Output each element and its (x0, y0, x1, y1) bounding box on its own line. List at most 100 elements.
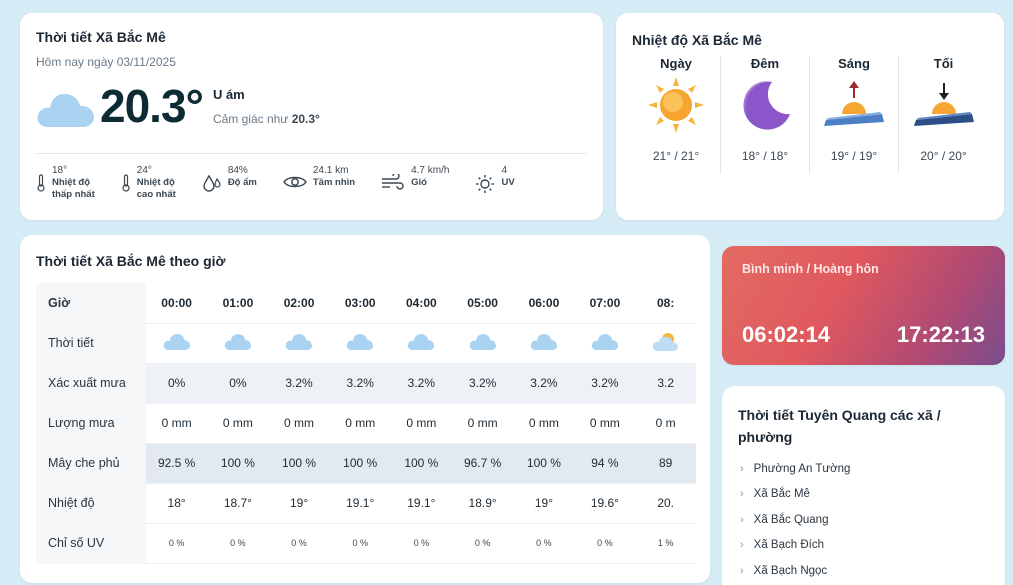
period-day: Ngày 21° / 21° (632, 56, 722, 174)
commune-link[interactable]: › Phường An Tường (738, 456, 989, 482)
hourly-cell-time: 00:00 (145, 283, 208, 324)
hourly-cell-uv: 0 % (329, 523, 391, 564)
current-date: Hôm nay ngày 03/11/2025 (36, 55, 176, 69)
hourly-cell-rain-amount: 0 mm (145, 403, 208, 444)
hourly-cell-temp: 19.1° (329, 483, 391, 524)
hourly-cell-rain-amount: 0 mm (390, 403, 452, 444)
current-weather-title: Thời tiết Xã Bắc Mê (36, 29, 166, 45)
cloud-icon (207, 323, 269, 364)
hourly-table: Giờ 00:00 01:00 02:00 03:00 04:00 05:00 06:00 07… (36, 283, 696, 564)
hourly-cell-uv: 0 % (145, 523, 208, 564)
sunrise-time: 06:02:14 (742, 322, 831, 347)
feels-like-label: Cảm giác như (212, 112, 289, 126)
thermometer-icon (122, 174, 130, 192)
day-temperatures-card: Nhiệt độ Xã Bắc Mê Ngày 21° / 21° Đêm 18… (616, 13, 1004, 220)
row-label: Nhiệt độ (36, 483, 146, 524)
cloud-icon (574, 323, 636, 364)
hourly-cell-temp: 19° (268, 483, 330, 524)
period-range: 19° / 19° (830, 149, 878, 163)
stat-label: Độ ẩm (227, 177, 257, 188)
hourly-cell-uv: 0 % (207, 523, 269, 564)
hourly-cell-cloud: 89 (635, 443, 696, 484)
current-condition: U ám (212, 87, 245, 102)
cloud-icon (145, 323, 208, 364)
hourly-cell-uv: 0 % (574, 523, 636, 564)
chevron-right-icon: › (740, 564, 744, 577)
stat-wind: 4.7 km/h Gió (381, 164, 449, 201)
hourly-cell-cloud: 96.7 % (451, 443, 514, 484)
hourly-cell-rain-chance: 3.2% (451, 363, 514, 404)
divider (36, 153, 587, 154)
period-label: Sáng (838, 56, 870, 71)
row-label: Lượng mưa (36, 403, 146, 444)
hourly-cell-time: 08: (635, 283, 696, 324)
stat-label: Gió (411, 177, 427, 188)
current-temperature: 20.3° (100, 80, 204, 132)
stat-value: 18° (52, 165, 68, 176)
hourly-cell-cloud: 100 % (268, 443, 330, 484)
hourly-cell-uv: 0 % (513, 523, 575, 564)
period-night: Đêm 18° / 18° (721, 56, 811, 174)
sunrise-sunset-title: Bình minh / Hoàng hôn (742, 262, 879, 276)
commune-label: Xã Bạch Ngọc (753, 564, 828, 577)
sunset-time: 17:22:13 (896, 322, 985, 347)
commune-link[interactable]: › Xã Bắc Mê (738, 482, 989, 508)
commune-label: Xã Bạch Đích (753, 539, 824, 552)
hourly-cell-cloud: 94 % (574, 443, 636, 484)
current-stats: 18° Nhiệt độ thấp nhất 24° Nhiệt độ cao … (36, 164, 587, 201)
hourly-cell-uv: 1 % (635, 523, 696, 564)
hourly-cell-rain-amount: 0 mm (329, 403, 391, 444)
sun-icon (476, 175, 495, 193)
stat-label: Tầm nhìn (312, 177, 356, 188)
hourly-cell-cloud: 100 % (207, 443, 269, 484)
thermometer-icon (37, 174, 45, 192)
commune-link[interactable]: › Xã Bạch Đích (738, 533, 989, 559)
commune-label: Xã Bắc Quang (753, 513, 829, 526)
hourly-cell-cloud: 100 % (390, 443, 452, 484)
communes-card: Thời tiết Tuyên Quang các xã / phường › P… (722, 386, 1005, 585)
stat-label: cao nhất (136, 189, 176, 200)
hour-row: Giờ 00:00 01:00 02:00 03:00 04:00 05:00 06:00 07… (36, 283, 696, 324)
hourly-cell-time: 03:00 (329, 283, 391, 324)
commune-link[interactable]: › Xã Bạch Ngọc (738, 558, 989, 584)
chevron-right-icon: › (740, 488, 744, 501)
hourly-cell-time: 02:00 (268, 283, 330, 324)
hourly-cell-rain-chance: 3.2% (513, 363, 575, 404)
feels-like: Cảm giác như 20.3° (213, 112, 320, 126)
hourly-cell-rain-amount: 0 mm (451, 403, 514, 444)
hourly-cell-temp: 19.1° (390, 483, 452, 524)
hourly-cell-time: 01:00 (207, 283, 269, 324)
stat-min-temp: 18° Nhiệt độ thấp nhất (36, 164, 95, 201)
day-temperatures-title: Nhiệt độ Xã Bắc Mê (632, 32, 762, 48)
hourly-cell-time: 06:00 (513, 283, 575, 324)
commune-label: Xã Bắc Mê (753, 488, 810, 501)
stat-value: 24° (136, 165, 152, 176)
commune-link[interactable]: › Xã Bắc Quang (738, 507, 989, 533)
hourly-weather-title: Thời tiết Xã Bắc Mê theo giờ (36, 253, 226, 269)
period-evening: Tối 20° / 20° (899, 56, 988, 174)
communes-title: Thời tiết Tuyên Quang các xã / phường (738, 407, 941, 445)
stat-value: 4 (501, 165, 508, 176)
row-label: Giờ (36, 283, 146, 324)
cloud-cover-row: Mây che phủ 92.5 % 100 % 100 % 100 % 100 % 96.… (36, 443, 696, 484)
chevron-right-icon: › (740, 539, 744, 552)
communes-list: › Phường An Tường › Xã Bắc Mê › Xã Bắc Quan… (738, 456, 989, 584)
cloud-icon (513, 323, 575, 364)
stat-visibility: 24.1 km Tầm nhìn (282, 164, 356, 201)
row-label: Xác xuất mưa (36, 363, 146, 404)
uv-row: Chỉ số UV 0 % 0 % 0 % 0 % 0 % 0 % 0 % 0 % 1 % (36, 523, 696, 564)
rain-chance-row: Xác xuất mưa 0% 0% 3.2% 3.2% 3.2% 3.2% 3.2% 3.2%… (36, 363, 696, 404)
sun-icon (648, 77, 704, 133)
period-label: Tối (933, 56, 954, 71)
hourly-cell-temp: 18.9° (451, 483, 514, 524)
hourly-cell-rain-chance: 3.2% (574, 363, 636, 404)
hourly-cell-uv: 0 % (268, 523, 330, 564)
stat-max-temp: 24° Nhiệt độ cao nhất (121, 164, 176, 201)
hourly-cell-cloud: 100 % (513, 443, 575, 484)
hourly-cell-time: 05:00 (451, 283, 514, 324)
hourly-cell-rain-amount: 0 mm (207, 403, 269, 444)
stat-label: thấp nhất (52, 189, 95, 200)
hourly-table-scroll[interactable]: Giờ 00:00 01:00 02:00 03:00 04:00 05:00 06:00 07… (36, 283, 696, 564)
rain-amount-row: Lượng mưa 0 mm 0 mm 0 mm 0 mm 0 mm 0 mm 0 mm 0 m… (36, 403, 696, 444)
hourly-cell-rain-amount: 0 m (635, 403, 696, 444)
